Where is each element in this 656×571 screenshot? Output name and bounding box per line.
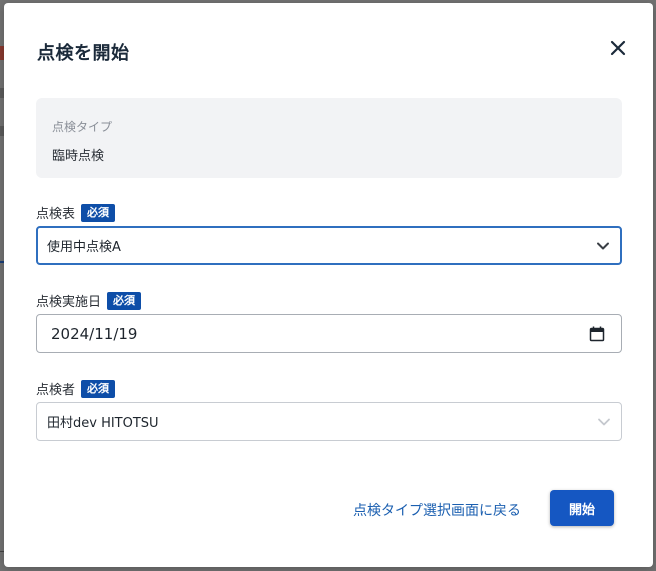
required-badge: 必須 bbox=[107, 291, 142, 310]
required-badge: 必須 bbox=[81, 203, 116, 222]
checklist-selected-value: 使用中点検A bbox=[47, 240, 121, 255]
back-to-type-selection-link[interactable]: 点検タイプ選択画面に戻る bbox=[353, 500, 521, 520]
checklist-label: 点検表 bbox=[36, 207, 76, 222]
date-label-row: 点検実施日 必須 bbox=[36, 291, 142, 310]
checklist-label-row: 点検表 必須 bbox=[36, 203, 116, 222]
chevron-down-icon bbox=[597, 415, 611, 429]
start-inspection-dialog: 点検を開始 点検タイプ 臨時点検 点検表 必須 使用中点検A 点検実施日 必須 … bbox=[4, 3, 653, 567]
inspection-type-value: 臨時点検 bbox=[52, 149, 105, 164]
date-input[interactable]: 2024/11/19 bbox=[36, 314, 622, 353]
inspector-select[interactable]: 田村dev HITOTSU bbox=[36, 402, 622, 441]
inspector-label: 点検者 bbox=[36, 383, 76, 398]
calendar-icon[interactable] bbox=[589, 326, 605, 342]
checklist-select[interactable]: 使用中点検A bbox=[36, 226, 622, 265]
inspector-label-row: 点検者 必須 bbox=[36, 379, 116, 398]
dialog-title: 点検を開始 bbox=[37, 43, 130, 64]
inspection-type-box: 点検タイプ 臨時点検 bbox=[36, 98, 622, 178]
date-label: 点検実施日 bbox=[36, 295, 102, 310]
start-button[interactable]: 開始 bbox=[550, 490, 614, 526]
date-value: 2024/11/19 bbox=[51, 324, 138, 343]
chevron-down-icon bbox=[596, 239, 610, 253]
close-icon[interactable] bbox=[607, 37, 629, 59]
required-badge: 必須 bbox=[81, 379, 116, 398]
inspection-type-label: 点検タイプ bbox=[52, 120, 113, 134]
inspector-selected-value: 田村dev HITOTSU bbox=[47, 416, 159, 431]
